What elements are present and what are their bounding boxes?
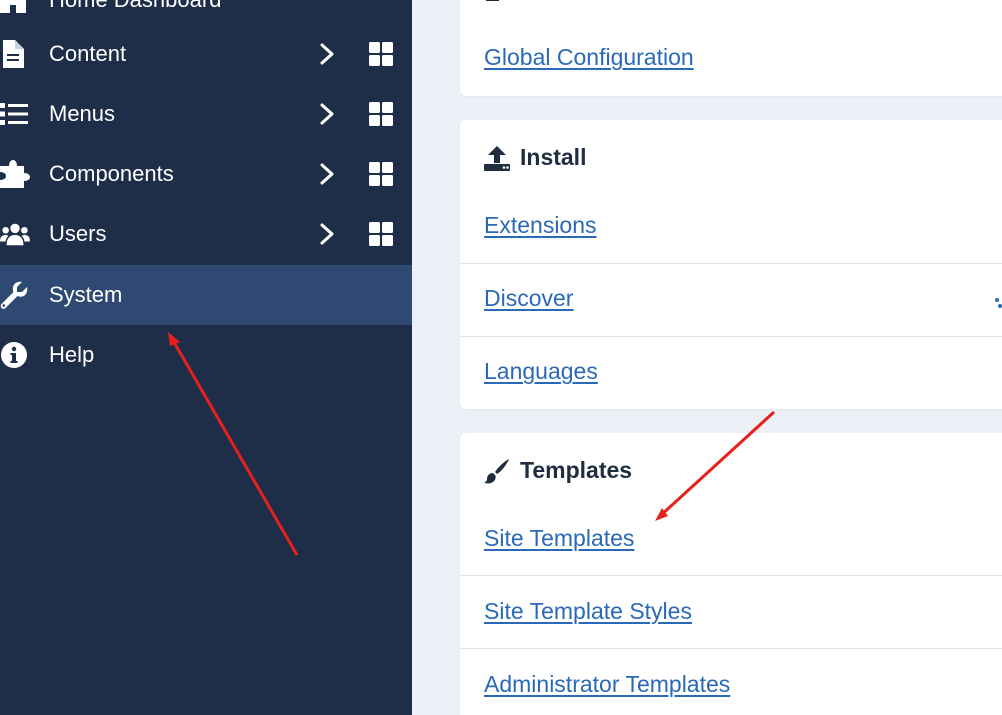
sidebar-item-label: Content <box>49 41 127 66</box>
paint-brush-icon <box>484 458 510 484</box>
discover-badge-icon <box>994 296 1002 308</box>
file-icon <box>0 39 30 69</box>
sidebar: Home Dashboard Content Menus <box>0 0 412 715</box>
app-root: Home Dashboard Content Menus <box>0 0 1002 715</box>
sidebar-item-label: Menus <box>49 101 116 126</box>
install-title: Install <box>520 144 587 170</box>
templates-title: Templates <box>520 457 633 483</box>
administrator-templates-link[interactable]: Administrator Templates <box>484 671 730 698</box>
divider <box>460 648 1002 649</box>
chevron-right-icon[interactable] <box>316 163 338 185</box>
extensions-link[interactable]: Extensions <box>484 212 597 239</box>
puzzle-icon <box>0 159 30 189</box>
templates-card: Templates Site Templates Site Template S… <box>460 433 1002 715</box>
sidebar-item-label: Users <box>49 221 107 246</box>
sidebar-item-users[interactable]: Users <box>0 204 412 264</box>
sidebar-item-label: Home Dashboard <box>49 0 221 13</box>
list-icon <box>0 99 30 129</box>
users-icon <box>0 219 30 249</box>
site-template-styles-link[interactable]: Site Template Styles <box>484 598 692 625</box>
divider <box>460 575 1002 576</box>
site-templates-link[interactable]: Site Templates <box>484 525 634 552</box>
languages-link[interactable]: Languages <box>484 358 598 385</box>
sidebar-item-system[interactable]: System <box>0 265 412 325</box>
sidebar-item-label: System <box>49 282 123 307</box>
templates-header: Templates <box>484 457 632 484</box>
dashboard-grid-icon[interactable] <box>369 42 393 66</box>
sidebar-item-content[interactable]: Content <box>0 24 412 84</box>
install-header: Install <box>484 144 586 171</box>
info-icon <box>0 340 30 370</box>
setup-card: Global Configuration <box>460 0 1002 96</box>
chevron-right-icon[interactable] <box>316 223 338 245</box>
divider <box>460 263 1002 264</box>
wrench-icon <box>0 280 30 310</box>
sidebar-item-menus[interactable]: Menus <box>0 84 412 144</box>
chevron-right-icon[interactable] <box>316 43 338 65</box>
dashboard-grid-icon[interactable] <box>369 102 393 126</box>
chevron-right-icon[interactable] <box>316 103 338 125</box>
dashboard-grid-icon[interactable] <box>369 162 393 186</box>
divider <box>460 336 1002 337</box>
dashboard-grid-icon[interactable] <box>369 222 393 246</box>
upload-icon <box>484 145 510 171</box>
global-configuration-link[interactable]: Global Configuration <box>484 44 694 71</box>
sidebar-item-components[interactable]: Components <box>0 144 412 204</box>
sidebar-item-label: Help <box>49 342 95 367</box>
install-card: Install Extensions Discover Languages <box>460 120 1002 409</box>
sidebar-item-help[interactable]: Help <box>0 325 412 385</box>
home-icon <box>0 0 30 15</box>
discover-link[interactable]: Discover <box>484 285 573 312</box>
sidebar-item-label: Components <box>49 161 174 186</box>
